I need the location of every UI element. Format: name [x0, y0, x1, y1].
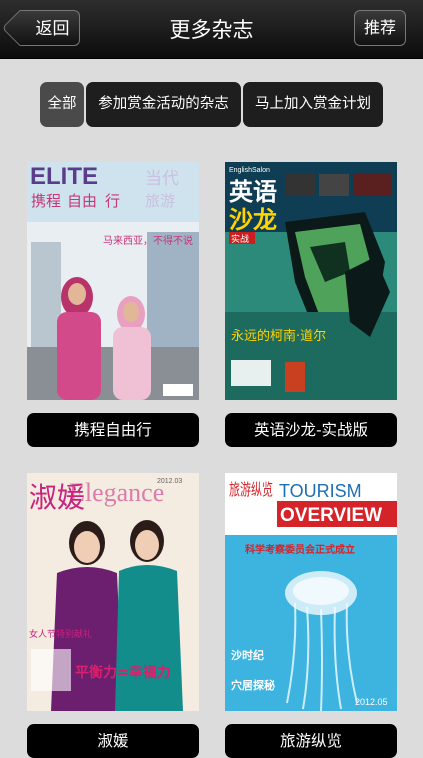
- magazine-title[interactable]: 旅游纵览: [225, 724, 397, 758]
- cover-headline: 马来西亚，不得不说: [103, 234, 193, 247]
- magazine-title[interactable]: 淑媛: [27, 724, 199, 758]
- filter-tab-bounty-magazines[interactable]: 参加赏金活动的杂志: [86, 82, 241, 127]
- magazine-cover-image[interactable]: ELITE 当代 携程 自由 行 旅游 马来西亚，不得不说: [27, 162, 199, 400]
- magazine-title[interactable]: 携程自由行: [27, 413, 199, 447]
- cover-subtitle4: 旅游: [145, 192, 175, 210]
- cover-masthead2: 沙龙: [229, 206, 277, 234]
- navigation-bar: 返回 更多杂志 推荐: [0, 0, 423, 59]
- cover-masthead2: OVERVIEW: [280, 505, 382, 526]
- cover-subtitle2: 自由: [67, 192, 97, 210]
- cover-masthead: ELITE: [30, 163, 98, 190]
- cover-tag: 实战: [231, 233, 249, 245]
- cover-masthead: TOURISM: [279, 481, 362, 501]
- recommend-button[interactable]: 推荐: [354, 10, 406, 46]
- cover-issue: 2012.03: [157, 478, 182, 485]
- cover-footer: 沙时纪: [231, 648, 264, 662]
- cover-subtitle: 携程: [31, 192, 61, 210]
- cover-headline: 科学考察委员会正式成立: [245, 543, 355, 556]
- cover-masthead-top: EnglishSalon: [229, 167, 270, 174]
- magazine-cover-image[interactable]: 淑媛 Elegance 2012.03 女人节特别献礼 平衡力=幸福力: [27, 473, 199, 711]
- cover-masthead-cn: 旅游纵览: [229, 480, 273, 499]
- cover-side-text: 女人节特别献礼: [29, 628, 92, 640]
- magazine-cover-image[interactable]: 旅游纵览 TOURISM OVERVIEW 科学考察委员会正式成立 沙时纪 穴居…: [225, 473, 397, 711]
- cover-subtitle3: 行: [105, 192, 120, 210]
- cover-masthead: Elegance: [69, 478, 164, 507]
- filter-tab-all[interactable]: 全部: [40, 82, 84, 127]
- cover-masthead: 英语: [229, 178, 277, 206]
- cover-masthead-cn: 当代: [145, 169, 179, 189]
- magazine-title[interactable]: 英语沙龙-实战版: [225, 413, 397, 447]
- cover-footer2: 穴居探秘: [231, 678, 275, 692]
- magazine-cover-image[interactable]: EnglishSalon 英语 沙龙 实战 永远的柯南·道尔: [225, 162, 397, 400]
- back-button-label: 返回: [35, 19, 70, 39]
- cover-issue: 2012.05: [355, 697, 388, 707]
- cover-headline: 永远的柯南·道尔: [231, 328, 326, 344]
- filter-tab-join-bounty[interactable]: 马上加入赏金计划: [243, 82, 383, 127]
- cover-headline: 平衡力=幸福力: [75, 664, 171, 681]
